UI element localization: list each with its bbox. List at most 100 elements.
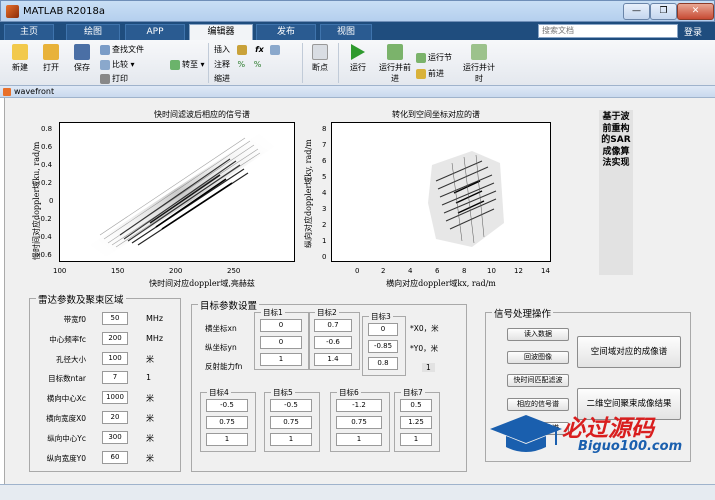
compare-button[interactable]: 比较 ▾ — [100, 59, 135, 70]
echo-image-button[interactable]: 回波图像 — [507, 351, 569, 364]
find-files-icon — [100, 44, 110, 55]
target-value-field[interactable]: 1.4 — [314, 353, 352, 366]
find-files-button[interactable]: 查找文件 — [100, 44, 144, 55]
status-bar — [0, 484, 715, 500]
radar-param-field[interactable]: 100 — [102, 351, 128, 365]
run-advance-button[interactable]: 运行并前进 — [378, 44, 412, 84]
tab-plots[interactable]: 绘图 — [66, 24, 120, 40]
advance-button[interactable]: 前进 — [416, 68, 444, 79]
target-value-field[interactable]: 0.8 — [368, 357, 398, 370]
target-value-field[interactable]: 0.75 — [336, 416, 382, 429]
right-ytick: 4 — [322, 189, 327, 197]
radar-param-label: 带宽f0 — [63, 315, 86, 324]
target-value-field[interactable]: -0.6 — [314, 336, 352, 349]
radar-param-field[interactable]: 20 — [102, 411, 128, 424]
spotlight-result-button[interactable]: 二维空间聚束成像结果 — [577, 388, 681, 420]
radar-param-field[interactable]: 300 — [102, 430, 128, 444]
target-group-title: 目标6 — [337, 387, 361, 398]
tab-home[interactable]: 主页 — [4, 24, 54, 40]
target-value-field[interactable]: 0.7 — [314, 319, 352, 332]
search-input[interactable]: 搜索文档 — [538, 24, 678, 38]
left-xtick: 100 — [53, 267, 67, 275]
target-value-field[interactable]: 0.75 — [206, 416, 248, 429]
right-ytick: 8 — [322, 125, 327, 133]
tab-editor[interactable]: 编辑器 — [189, 24, 253, 40]
radar-param-unit: 米 — [146, 414, 154, 423]
right-plot-axes[interactable] — [331, 122, 551, 262]
advance-label: 前进 — [428, 69, 444, 78]
target-value-field[interactable]: 1 — [270, 433, 312, 446]
comment-button[interactable]: 注释 % % — [214, 59, 261, 70]
breakpoints-button[interactable]: 断点 — [306, 44, 334, 73]
radar-param-field[interactable]: 60 — [102, 450, 128, 464]
print-button[interactable]: 打印 — [100, 73, 128, 84]
target-value-field[interactable]: 0 — [260, 336, 302, 349]
radar-param-field[interactable]: 7 — [102, 371, 128, 385]
insert-button[interactable]: 插入 fx — [214, 44, 282, 55]
tab-view[interactable]: 视图 — [320, 24, 372, 40]
left-plot-ylabel: 慢时间对应doppler域ku, rad/m — [32, 141, 41, 260]
maximize-button[interactable]: ❐ — [650, 3, 677, 20]
run-button[interactable]: 运行 — [344, 44, 372, 73]
tab-apps[interactable]: APP — [125, 24, 185, 40]
target-value-field[interactable]: -0.5 — [270, 399, 312, 412]
fast-time-filter-button[interactable]: 快时间匹配滤波 — [507, 374, 569, 387]
radar-param-field[interactable]: 50 — [102, 312, 128, 325]
load-data-button[interactable]: 读入数据 — [507, 328, 569, 341]
signal-spectrum-button[interactable]: 相应的信号谱 — [507, 398, 569, 411]
target-value-field[interactable]: 0 — [368, 323, 398, 336]
target-value-field[interactable]: -0.85 — [368, 340, 398, 353]
radar-param-unit: 1 — [146, 373, 152, 383]
radar-param-field[interactable]: 200 — [102, 331, 128, 345]
radar-param-field[interactable]: 1000 — [102, 391, 128, 405]
login-link[interactable]: 登录 — [684, 25, 702, 38]
left-ytick: 0.6 — [41, 143, 53, 151]
comment-label: 注释 — [214, 60, 230, 69]
target-value-field[interactable]: -0.5 — [206, 399, 248, 412]
target-value-field[interactable]: 1 — [336, 433, 382, 446]
right-spectrum-image — [428, 151, 504, 247]
right-xtick: 14 — [541, 267, 550, 275]
insert-label: 插入 — [214, 45, 230, 54]
radar-param-unit: 米 — [146, 354, 154, 364]
spatial-spectrum-button[interactable]: 空间域对应的成像谱 — [577, 336, 681, 368]
left-plot-title: 快时间滤波后相应的信号谱 — [154, 110, 250, 119]
figure-title: wavefront — [14, 87, 55, 96]
percent-wrap-icon[interactable]: % — [254, 60, 262, 69]
target-value-field[interactable]: 1 — [260, 353, 302, 366]
side-title: 基于波前重构的SAR成像算法实现 — [599, 110, 633, 275]
new-button[interactable]: 新建 — [6, 44, 34, 73]
target-value-field[interactable]: 0.75 — [270, 416, 312, 429]
target-value-field[interactable]: -1.2 — [336, 399, 382, 412]
minimize-button[interactable]: — — [623, 3, 650, 20]
target-value-field[interactable]: 1.25 — [400, 416, 432, 429]
run-section-button[interactable]: 运行节 — [416, 52, 452, 63]
open-button[interactable]: 打开 — [36, 44, 66, 73]
target-value-field[interactable]: 1 — [400, 433, 432, 446]
target-value-field[interactable]: 1 — [206, 433, 248, 446]
goto-button[interactable]: 转至 ▾ — [170, 59, 205, 70]
radar-param-label: 孔径大小 — [56, 354, 86, 364]
right-ytick: 7 — [322, 141, 327, 149]
save-icon — [74, 44, 90, 60]
tab-publish[interactable]: 发布 — [256, 24, 316, 40]
target-value-field[interactable]: 0.5 — [400, 399, 432, 412]
compare-icon — [100, 59, 110, 70]
target-group-title: 目标1 — [261, 307, 285, 318]
right-ytick: 3 — [322, 205, 327, 213]
indent-button[interactable]: 缩进 — [214, 73, 230, 84]
toolstrip-separator — [208, 43, 209, 83]
target-value-field[interactable]: 0 — [260, 319, 302, 332]
radar-param-label: 横向中心Xc — [46, 394, 86, 404]
target-group-title: 目标2 — [315, 307, 339, 318]
left-ytick: 0.2 — [41, 179, 53, 187]
save-button[interactable]: 保存 — [68, 44, 96, 73]
left-xtick: 200 — [169, 267, 183, 275]
fx-icon[interactable]: fx — [255, 45, 264, 54]
percent-icon[interactable]: % — [238, 60, 246, 69]
run-time-button[interactable]: 运行并计时 — [462, 44, 496, 84]
slow-time-spectrum-button[interactable]: 慢时间上的谱 — [507, 422, 569, 435]
right-plot-ylabel: 纵向对应doppler域ky, rad/m — [304, 139, 313, 248]
left-plot-axes[interactable] — [59, 122, 295, 262]
close-button[interactable]: ✕ — [677, 3, 714, 20]
